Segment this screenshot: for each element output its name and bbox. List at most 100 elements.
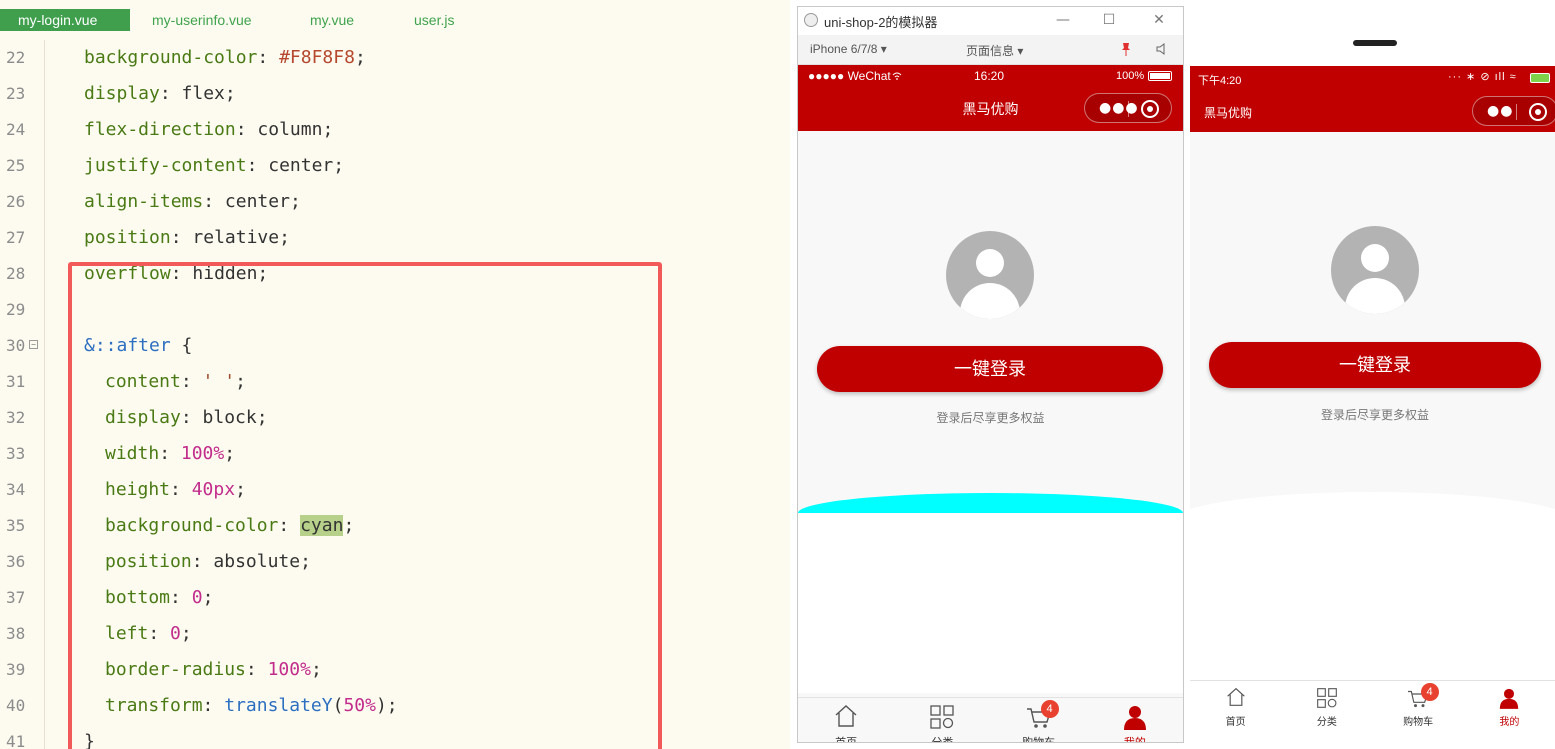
tab-home-label: 首页 [835, 737, 858, 743]
phone-speaker-slot [1353, 40, 1397, 46]
simulator-title: uni-shop-2的模拟器 [824, 15, 938, 30]
phone-tab-home[interactable]: 首页 [1190, 681, 1281, 732]
code-token: #F8F8F8 [279, 47, 355, 68]
phone-login-tip: 登录后尽享更多权益 [1320, 408, 1429, 422]
phone-one-click-login-button[interactable]: 一键登录 [1209, 342, 1541, 388]
phone-battery-icon [1530, 73, 1550, 83]
phone-grid-icon [1317, 688, 1337, 708]
line-number: 24 [6, 120, 26, 139]
phone-tab-home-label: 首页 [1225, 717, 1246, 728]
tab-user-js[interactable]: user.js [414, 9, 454, 31]
simulator-toolbar: iPhone 6/7/8 ▾ 页面信息 ▾ [798, 35, 1183, 65]
code-line[interactable]: 27 position: relative; [0, 220, 790, 256]
code-token: position [84, 227, 171, 248]
speaker-icon[interactable] [1156, 43, 1168, 55]
editor-tab-bar: my-login.vue my-userinfo.vue my.vue user… [0, 0, 790, 40]
phone-tab-bar: 首页 分类 4 购物车 我的 [1190, 680, 1555, 732]
phone-menu-capsule[interactable]: ●● [1472, 96, 1555, 126]
code-editor[interactable]: my-login.vue my-userinfo.vue my.vue user… [0, 0, 790, 749]
code-token: flex [181, 83, 225, 104]
grid-icon [930, 705, 955, 729]
tab-my-login-vue[interactable]: my-login.vue [0, 9, 130, 31]
line-number: 28 [6, 264, 26, 283]
code-text: flex-direction: column; [84, 112, 333, 148]
code-token: : [170, 227, 193, 248]
login-tip: 登录后尽享更多权益 [936, 411, 1045, 425]
page-info-menu[interactable]: 页面信息 ▾ [966, 42, 1023, 59]
tab-category-label: 分类 [931, 737, 954, 743]
battery-percent: 100% [1116, 70, 1145, 82]
phone-tab-cart[interactable]: 4 购物车 [1373, 681, 1464, 732]
phone-white-section [1190, 522, 1555, 692]
user-icon [1123, 706, 1146, 730]
code-token: relative [192, 227, 280, 248]
code-token: display [84, 83, 160, 104]
line-number: 40 [6, 696, 26, 715]
code-token: ; [333, 155, 345, 176]
nav-bar: 黑马优购 ●●● [798, 87, 1183, 131]
phone-tab-category[interactable]: 分类 [1281, 681, 1372, 732]
code-line[interactable]: 23 display: flex; [0, 76, 790, 112]
tab-cart-label: 购物车 [1022, 737, 1056, 743]
code-line[interactable]: 24 flex-direction: column; [0, 112, 790, 148]
code-text: justify-content: center; [84, 148, 344, 184]
highlight-annotation-box [68, 262, 662, 749]
tab-mine[interactable]: 我的 [1087, 698, 1183, 743]
tab-my-userinfo-vue[interactable]: my-userinfo.vue [152, 9, 252, 31]
minimize-icon[interactable]: — [1052, 10, 1074, 30]
line-number: 30 [6, 336, 26, 355]
code-line[interactable]: 25 justify-content: center; [0, 148, 790, 184]
line-number: 25 [6, 156, 26, 175]
code-text: position: relative; [84, 220, 290, 256]
tab-cart[interactable]: 4 购物车 [991, 698, 1087, 743]
close-target-icon[interactable] [1141, 100, 1159, 118]
device-preview-phone: 下午4:20 ··· ∗ ⊘ ıll ≈ 黑马优购 ●● 一键登录 登录后尽享更… [1190, 14, 1555, 749]
code-text: background-color: #F8F8F8; [84, 40, 366, 76]
code-token: ; [279, 227, 290, 248]
simulator-screen: ●●●●● WeChat 16:20 100% 黑马优购 ●●● 一键登录 登录… [798, 65, 1183, 743]
tab-mine-label: 我的 [1123, 737, 1146, 743]
line-number: 38 [6, 624, 26, 643]
fold-toggle-icon[interactable]: − [29, 340, 38, 349]
line-number: 31 [6, 372, 26, 391]
line-number: 22 [6, 48, 26, 67]
phone-status-bar: 下午4:20 ··· ∗ ⊘ ıll ≈ [1190, 66, 1555, 90]
phone-home-icon [1226, 687, 1245, 706]
code-token: : [257, 47, 280, 68]
code-line[interactable]: 22 background-color: #F8F8F8; [0, 40, 790, 76]
phone-more-icon[interactable]: ●● [1487, 103, 1513, 119]
one-click-login-button[interactable]: 一键登录 [817, 346, 1163, 392]
wifi-icon [892, 72, 902, 80]
code-text: display: flex; [84, 76, 236, 112]
code-line[interactable]: 26 align-items: center; [0, 184, 790, 220]
tab-category[interactable]: 分类 [894, 698, 990, 743]
code-token: column [257, 119, 323, 140]
more-icon[interactable]: ●●● [1099, 100, 1139, 116]
line-number: 41 [6, 732, 26, 749]
tab-bar: 首页 分类 4 购物车 我的 [798, 697, 1183, 743]
status-time: 16:20 [974, 69, 1005, 83]
code-token: ; [289, 191, 301, 212]
phone-tab-mine-label: 我的 [1499, 717, 1520, 728]
code-token: background-color [84, 47, 258, 68]
code-token: : [159, 83, 182, 104]
tab-home[interactable]: 首页 [798, 698, 894, 743]
tab-my-vue[interactable]: my.vue [310, 9, 354, 31]
close-icon[interactable]: ✕ [1148, 10, 1170, 30]
simulator-window: uni-shop-2的模拟器 — ☐ ✕ iPhone 6/7/8 ▾ 页面信息… [797, 6, 1184, 743]
phone-nav-bar: 黑马优购 ●● [1190, 90, 1555, 132]
phone-close-target-icon[interactable] [1529, 103, 1547, 121]
code-token: ; [354, 47, 366, 68]
device-select[interactable]: iPhone 6/7/8 ▾ [810, 42, 887, 56]
line-number: 39 [6, 660, 26, 679]
line-number: 34 [6, 480, 26, 499]
code-token: : [246, 155, 269, 176]
line-number: 26 [6, 192, 26, 211]
phone-tab-mine[interactable]: 我的 [1464, 681, 1555, 732]
carrier-label: ●●●●● WeChat [808, 69, 891, 83]
menu-capsule[interactable]: ●●● [1084, 93, 1172, 123]
pin-icon[interactable] [1120, 42, 1132, 56]
maximize-icon[interactable]: ☐ [1098, 10, 1120, 30]
phone-tab-cart-label: 购物车 [1403, 717, 1434, 728]
code-token: align-items [84, 191, 204, 212]
